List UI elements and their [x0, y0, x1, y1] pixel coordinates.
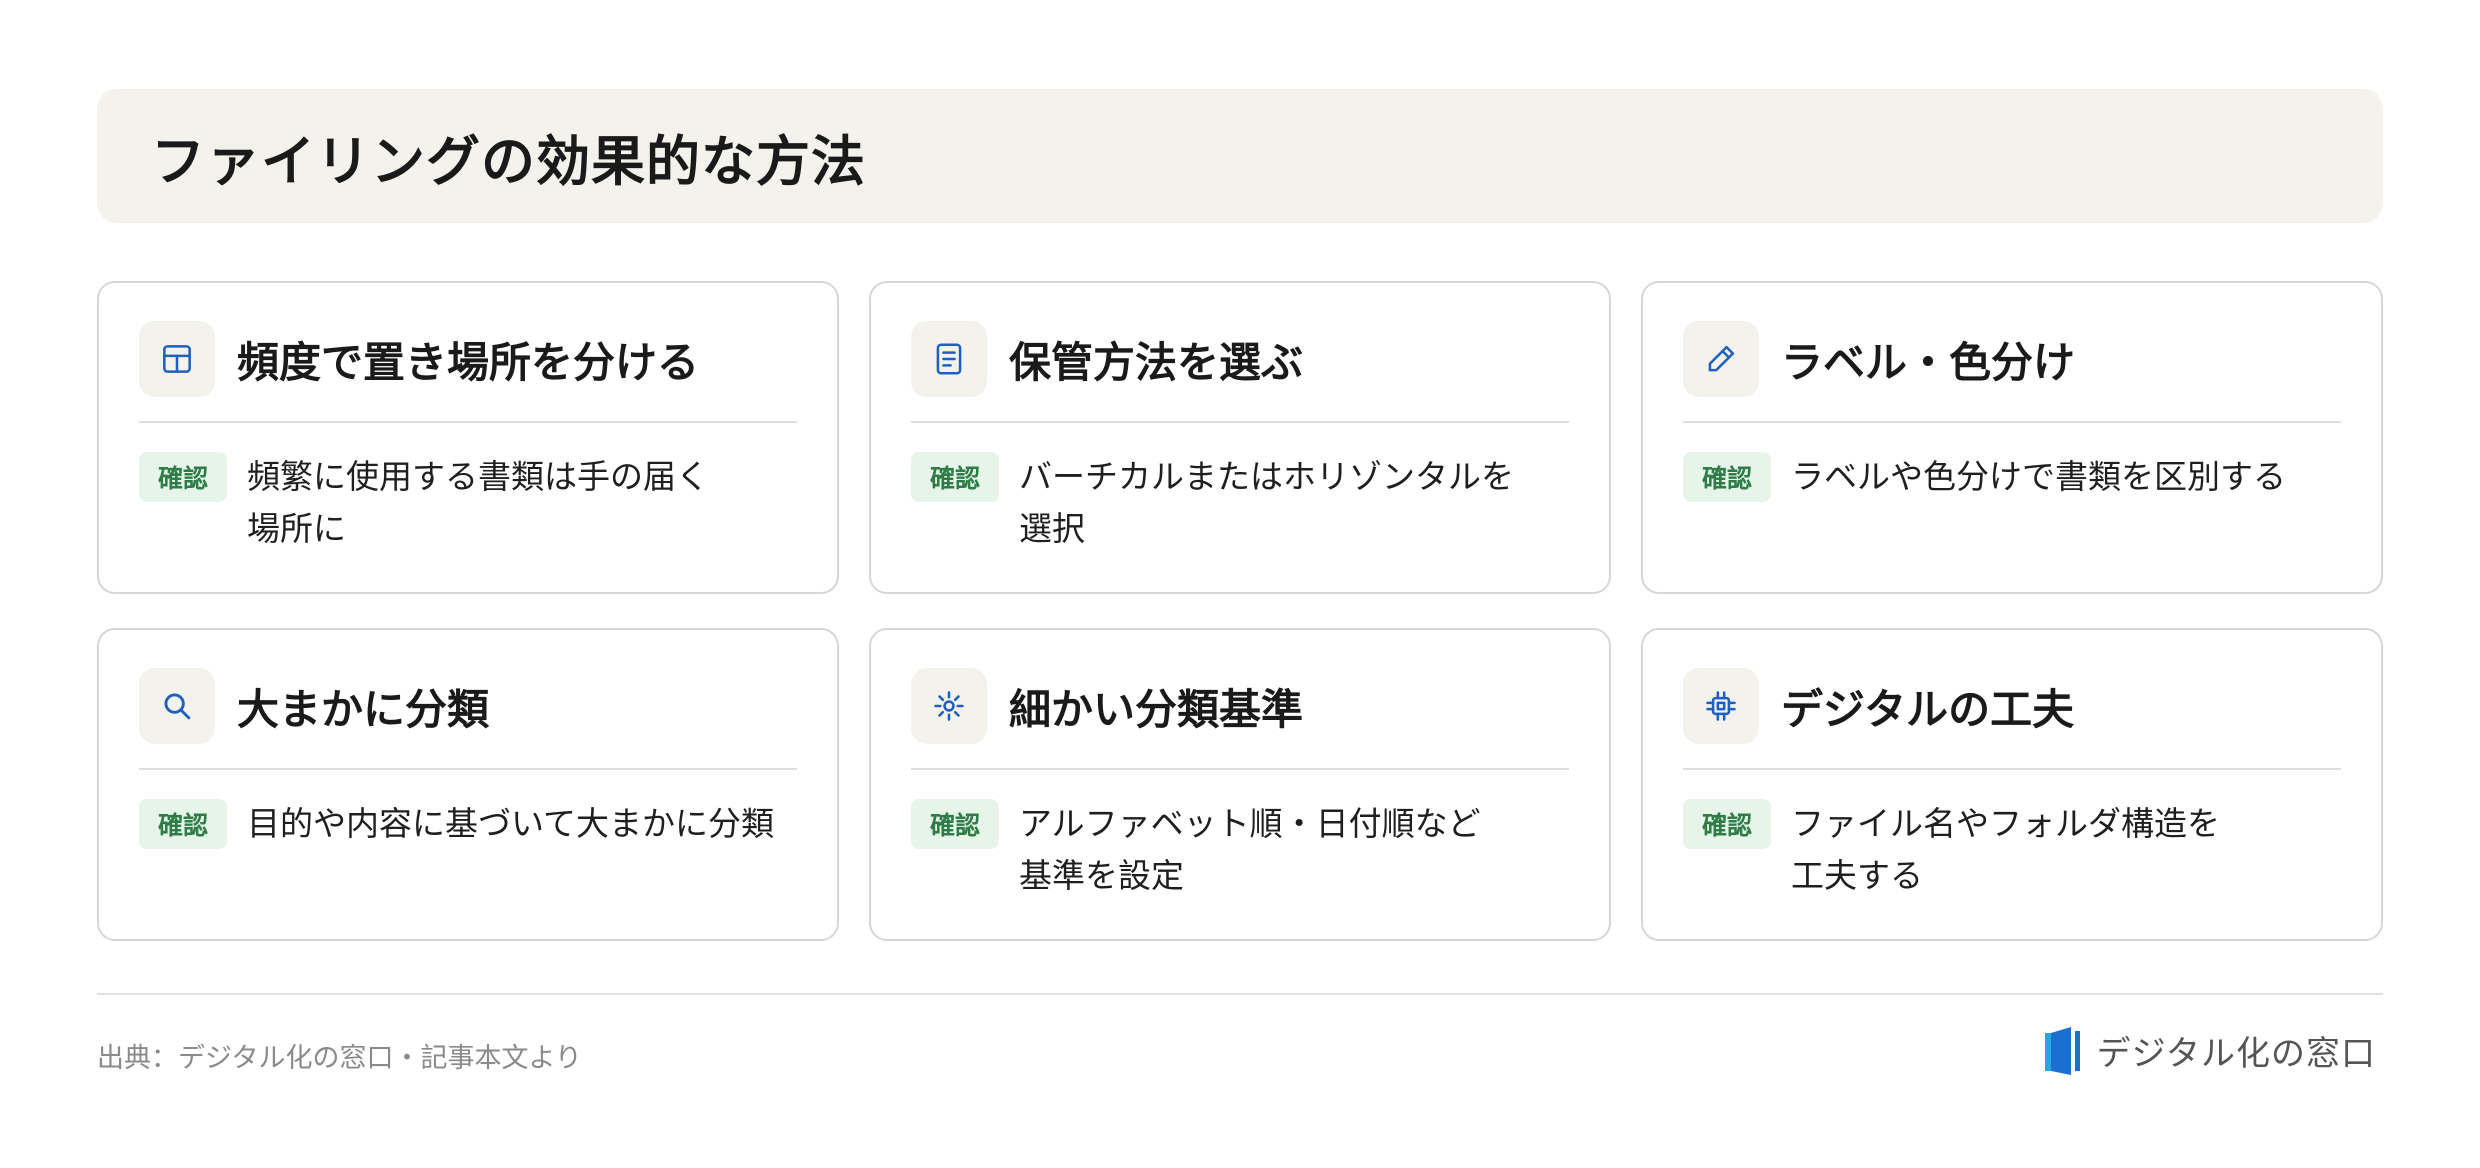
card-body: 確認 ファイル名やフォルダ構造を 工夫する: [1683, 798, 2341, 902]
sun-gear-icon: [911, 668, 987, 744]
card-header: 大まかに分類: [139, 668, 797, 744]
chip-icon: [1683, 668, 1759, 744]
card-header: 頻度で置き場所を分ける: [139, 321, 797, 397]
source-note: 出典：デジタル化の窓口・記事本文より: [97, 1043, 582, 1074]
brand-logo: デジタル化の窓口: [2043, 1026, 2376, 1075]
confirm-badge: 確認: [139, 799, 227, 849]
card-text: 目的や内容に基づいて大まかに分類: [247, 798, 797, 850]
card-title: 細かい分類基準: [1009, 684, 1304, 734]
card-body: 確認 目的や内容に基づいて大まかに分類: [139, 798, 797, 850]
confirm-badge: 確認: [1683, 452, 1771, 502]
card-text: ラベルや色分けで書類を区別する: [1791, 451, 2341, 503]
card-text-line: バーチカルまたはホリゾンタルを: [1019, 457, 1514, 496]
card-text-line: 頻繁に使用する書類は手の届く: [247, 457, 709, 496]
card-text: ファイル名やフォルダ構造を 工夫する: [1791, 798, 2341, 902]
card-title: 大まかに分類: [237, 684, 490, 734]
card-label: ラベル・色分け 確認 ラベルや色分けで書類を区別する: [1641, 281, 2383, 594]
card-divider: [139, 421, 797, 423]
card-title: ラベル・色分け: [1781, 337, 2076, 387]
card-text-line: 目的や内容に基づいて大まかに分類: [247, 804, 775, 843]
card-divider: [1683, 421, 2341, 423]
confirm-badge: 確認: [911, 452, 999, 502]
card-body: 確認 ラベルや色分けで書類を区別する: [1683, 451, 2341, 503]
card-header: 細かい分類基準: [911, 668, 1569, 744]
grid-table-icon: [139, 321, 215, 397]
card-digital: デジタルの工夫 確認 ファイル名やフォルダ構造を 工夫する: [1641, 628, 2383, 941]
card-body: 確認 アルファベット順・日付順など 基準を設定: [911, 798, 1569, 902]
card-text: 頻繁に使用する書類は手の届く 場所に: [247, 451, 797, 555]
card-header: 保管方法を選ぶ: [911, 321, 1569, 397]
card-text-line: 選択: [1019, 509, 1085, 548]
card-divider: [911, 768, 1569, 770]
page-title: ファイリングの効果的な方法: [151, 129, 866, 193]
card-rough-classification: 大まかに分類 確認 目的や内容に基づいて大まかに分類: [97, 628, 839, 941]
card-fine-classification: 細かい分類基準 確認 アルファベット順・日付順など 基準を設定: [869, 628, 1611, 941]
card-text: バーチカルまたはホリゾンタルを 選択: [1019, 451, 1569, 555]
card-title: 保管方法を選ぶ: [1009, 337, 1304, 387]
card-body: 確認 頻繁に使用する書類は手の届く 場所に: [139, 451, 797, 555]
document-icon: [911, 321, 987, 397]
card-title: デジタルの工夫: [1781, 684, 2075, 734]
card-text-line: 工夫する: [1791, 856, 1923, 895]
card-text-line: アルファベット順・日付順など: [1019, 804, 1481, 843]
card-storage: 保管方法を選ぶ 確認 バーチカルまたはホリゾンタルを 選択: [869, 281, 1611, 594]
card-divider: [139, 768, 797, 770]
card-body: 確認 バーチカルまたはホリゾンタルを 選択: [911, 451, 1569, 555]
brand-door-icon: [2044, 1026, 2080, 1075]
card-frequency: 頻度で置き場所を分ける 確認 頻繁に使用する書類は手の届く 場所に: [97, 281, 839, 594]
search-icon: [139, 668, 215, 744]
title-bar: ファイリングの効果的な方法: [97, 89, 2383, 223]
card-header: ラベル・色分け: [1683, 321, 2341, 397]
pencil-icon: [1683, 321, 1759, 397]
card-text-line: ラベルや色分けで書類を区別する: [1791, 457, 2286, 496]
card-header: デジタルの工夫: [1683, 668, 2341, 744]
card-title: 頻度で置き場所を分ける: [237, 337, 700, 387]
brand-name: デジタル化の窓口: [2096, 1034, 2376, 1074]
confirm-badge: 確認: [139, 452, 227, 502]
card-text-line: 基準を設定: [1019, 856, 1184, 895]
confirm-badge: 確認: [1683, 799, 1771, 849]
footer-divider: [97, 993, 2383, 995]
card-text-line: ファイル名やフォルダ構造を: [1791, 804, 2220, 843]
card-grid: 頻度で置き場所を分ける 確認 頻繁に使用する書類は手の届く 場所に 保管方法を選…: [97, 281, 2383, 941]
card-divider: [911, 421, 1569, 423]
card-text: アルファベット順・日付順など 基準を設定: [1019, 798, 1569, 902]
card-divider: [1683, 768, 2341, 770]
confirm-badge: 確認: [911, 799, 999, 849]
card-text-line: 場所に: [247, 509, 346, 548]
